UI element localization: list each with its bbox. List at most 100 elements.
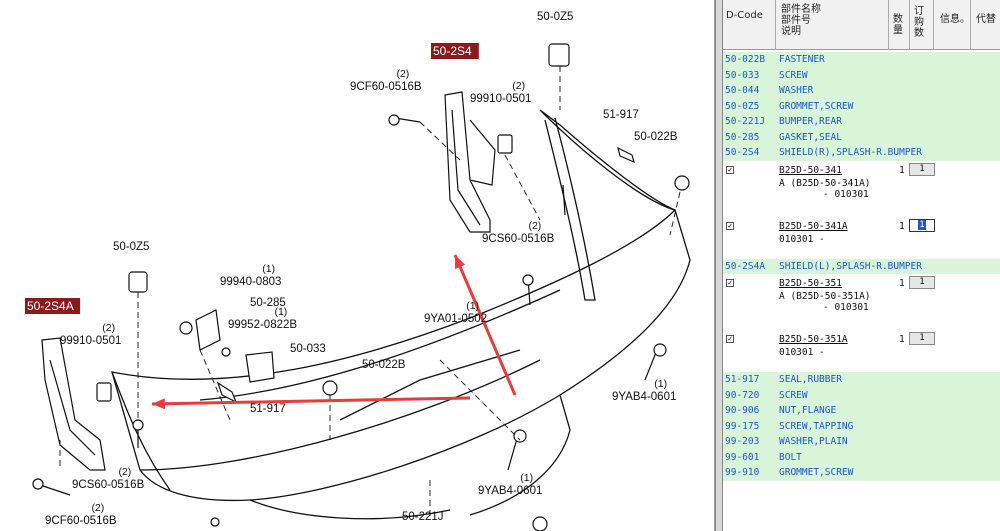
part-variant: ✓ B25D-50-341A 1 1 010301 -: [723, 218, 1000, 259]
part-row[interactable]: 99-203 WASHER,PLAIN: [723, 434, 1000, 450]
part-row[interactable]: 50-044 WASHER: [723, 83, 1000, 99]
callout-qty: (2): [528, 220, 541, 232]
callout-label[interactable]: 9CF60-0516B: [45, 515, 117, 527]
variant-part-number[interactable]: B25D-50-351A: [779, 334, 848, 345]
variant-date-range: - 010301: [823, 302, 869, 313]
part-code[interactable]: 99-601: [725, 450, 759, 466]
variant-checkbox[interactable]: ✓: [726, 335, 734, 343]
header-name-line1[interactable]: 部件名称: [781, 4, 821, 15]
part-description[interactable]: NUT,FLANGE: [779, 403, 836, 419]
order-qty-input[interactable]: 1: [909, 218, 935, 232]
part-description[interactable]: SHIELD(R),SPLASH-R.BUMPER: [779, 145, 922, 161]
callout-label[interactable]: 50-022B: [362, 359, 406, 371]
callout-label[interactable]: 9CF60-0516B: [350, 81, 422, 93]
part-code[interactable]: 50-0Z5: [725, 99, 759, 115]
part-row[interactable]: 50-033 SCREW: [723, 67, 1000, 84]
header-name-line3[interactable]: 说明: [781, 26, 801, 37]
part-row[interactable]: 99-175 SCREW,TAPPING: [723, 418, 1000, 435]
header-d-code[interactable]: D-Code: [726, 10, 763, 21]
callout-label[interactable]: 99910-0501: [60, 335, 121, 347]
header-substitute[interactable]: 代替: [976, 14, 1000, 25]
part-description[interactable]: GROMMET,SCREW: [779, 465, 853, 481]
part-row[interactable]: 50-2S4A SHIELD(L),SPLASH-R.BUMPER: [723, 258, 1000, 275]
order-qty-input[interactable]: 1: [909, 276, 935, 289]
callout-label[interactable]: 50-0Z5: [113, 241, 149, 253]
variant-qty: 1: [899, 334, 905, 345]
part-code[interactable]: 50-2S4A: [725, 259, 765, 275]
callout-label[interactable]: 9CS60-0516B: [482, 233, 555, 245]
part-description[interactable]: SHIELD(L),SPLASH-R.BUMPER: [779, 259, 922, 275]
part-description[interactable]: SCREW,TAPPING: [779, 419, 853, 435]
callout-label[interactable]: 50-033: [290, 343, 326, 355]
part-description[interactable]: WASHER,PLAIN: [779, 434, 848, 450]
callout-label[interactable]: 51-917: [250, 403, 286, 415]
variant-checkbox[interactable]: ✓: [726, 165, 734, 174]
part-row[interactable]: 50-2S4 SHIELD(R),SPLASH-R.BUMPER: [723, 145, 1000, 161]
part-code[interactable]: 90-906: [725, 403, 759, 419]
part-variant: ✓ B25D-50-341 1 1 A (B25D-50-341A) - 010301: [723, 162, 1000, 217]
part-description[interactable]: GROMMET,SCREW: [779, 99, 853, 115]
fastener-drawings: [32, 43, 690, 531]
variant-part-number[interactable]: B25D-50-341: [779, 165, 842, 176]
part-row[interactable]: 99-601 BOLT: [723, 449, 1000, 466]
part-code[interactable]: 50-221J: [725, 114, 765, 130]
callout-label[interactable]: 51-917: [603, 109, 639, 121]
part-row[interactable]: 90-720 SCREW: [723, 387, 1000, 404]
callout-label[interactable]: 9CS60-0516B: [72, 479, 145, 491]
order-qty-input[interactable]: 1: [909, 332, 935, 345]
callout-label[interactable]: 50-022B: [634, 131, 678, 143]
part-row[interactable]: 51-917 SEAL,RUBBER: [723, 372, 1000, 388]
callout-label[interactable]: 9YAB4-0601: [612, 391, 676, 403]
part-code[interactable]: 99-910: [725, 465, 759, 481]
part-variant: ✓ B25D-50-351 1 1 A (B25D-50-351A) - 010301: [723, 276, 1000, 330]
header-order-qty[interactable]: 订购数: [914, 6, 926, 39]
callout-label[interactable]: 99910-0501: [470, 93, 531, 105]
part-row[interactable]: 50-0Z5 GROMMET,SCREW: [723, 98, 1000, 115]
part-row[interactable]: 50-022B FASTENER: [723, 52, 1000, 68]
part-code[interactable]: 90-720: [725, 388, 759, 404]
order-qty-input[interactable]: 1: [909, 162, 935, 176]
part-code[interactable]: 50-044: [725, 83, 759, 99]
part-description[interactable]: SEAL,RUBBER: [779, 372, 842, 388]
part-code[interactable]: 51-917: [725, 372, 759, 388]
callout-label[interactable]: 9YAB4-0601: [478, 485, 542, 497]
variant-part-number[interactable]: B25D-50-341A: [779, 221, 848, 232]
part-row[interactable]: 50-221J BUMPER,REAR: [723, 114, 1000, 130]
panel-splitter[interactable]: [715, 0, 723, 531]
header-info[interactable]: 信息。: [940, 14, 970, 25]
variant-checkbox[interactable]: ✓: [726, 221, 734, 230]
part-description[interactable]: BUMPER,REAR: [779, 114, 842, 130]
callout-label[interactable]: 99952-0822B: [228, 319, 297, 331]
variant-note: A (B25D-50-341A): [779, 177, 871, 189]
part-description[interactable]: SCREW: [779, 68, 808, 84]
right-shield-drawing: [444, 91, 496, 233]
variant-date-range: - 010301: [823, 188, 869, 200]
part-description[interactable]: SCREW: [779, 388, 808, 404]
part-code[interactable]: 50-2S4: [725, 145, 759, 161]
part-code[interactable]: 50-285: [725, 130, 759, 146]
part-code[interactable]: 99-175: [725, 419, 759, 435]
variant-part-number[interactable]: B25D-50-351: [779, 278, 842, 289]
part-row[interactable]: 90-906 NUT,FLANGE: [723, 403, 1000, 419]
part-row[interactable]: 99-910 GROMMET,SCREW: [723, 465, 1000, 481]
callout-label[interactable]: 50-221J: [402, 511, 444, 523]
header-qty[interactable]: 数量: [893, 14, 905, 36]
header-name-line2[interactable]: 部件号: [781, 15, 811, 26]
part-description[interactable]: FASTENER: [779, 52, 825, 68]
part-row[interactable]: 50-285 GASKET,SEAL: [723, 129, 1000, 146]
variant-checkbox[interactable]: ✓: [726, 279, 734, 287]
part-description[interactable]: WASHER: [779, 83, 813, 99]
part-code[interactable]: 50-033: [725, 68, 759, 84]
part-code[interactable]: 99-203: [725, 434, 759, 450]
parts-list-panel: D-Code 部件名称 部件号 说明 数量 订购数 信息。 代替 50-022B…: [723, 0, 1000, 531]
callout-label[interactable]: 99940-0803: [220, 276, 281, 288]
part-description[interactable]: GASKET,SEAL: [779, 130, 842, 146]
part-description[interactable]: BOLT: [779, 450, 802, 466]
callout-label[interactable]: 50-2S4: [433, 44, 472, 58]
part-code[interactable]: 50-022B: [725, 52, 765, 68]
red-arrow-line: [453, 254, 517, 396]
callout-qty: (2): [102, 322, 115, 334]
callout-label[interactable]: 50-2S4A: [27, 299, 74, 313]
callout-label[interactable]: 50-0Z5: [537, 11, 573, 23]
callout-label[interactable]: 9YA01-0502: [424, 313, 487, 325]
